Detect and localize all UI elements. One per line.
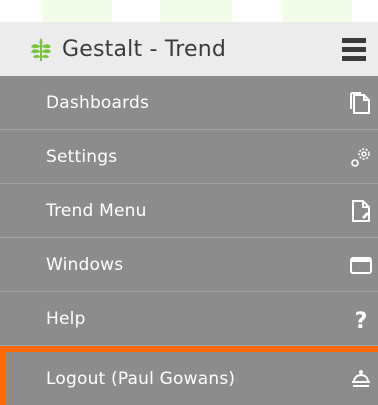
menu-item-label: Help xyxy=(46,308,86,329)
svg-text:?: ? xyxy=(355,309,368,332)
top-strip-block xyxy=(42,0,112,22)
menu-item-dashboards[interactable]: Dashboards xyxy=(0,76,378,130)
nav-menu: Dashboards Settings Trend Menu Windows H… xyxy=(0,76,378,405)
menu-item-label: Windows xyxy=(46,254,124,275)
logout-icon xyxy=(348,366,374,392)
windows-icon xyxy=(348,252,374,278)
top-strip-block xyxy=(282,0,352,22)
settings-icon xyxy=(348,144,374,170)
app-frame: Gestalt - Trend Dashboards Settings Tren… xyxy=(0,0,378,405)
menu-item-trend-menu[interactable]: Trend Menu xyxy=(0,184,378,238)
menu-item-help[interactable]: Help ? xyxy=(0,292,378,346)
menu-item-label: Dashboards xyxy=(46,92,150,113)
menu-item-label: Logout (Paul Gowans) xyxy=(46,368,236,389)
plant-logo-icon xyxy=(28,36,54,62)
help-icon: ? xyxy=(348,306,374,334)
hamburger-menu-icon[interactable] xyxy=(340,37,368,61)
app-header: Gestalt - Trend xyxy=(0,22,378,76)
menu-item-label: Trend Menu xyxy=(46,200,147,221)
app-title: Gestalt - Trend xyxy=(62,36,227,62)
menu-item-settings[interactable]: Settings xyxy=(0,130,378,184)
menu-item-logout[interactable]: Logout (Paul Gowans) xyxy=(0,346,378,405)
menu-item-label: Settings xyxy=(46,146,118,167)
menu-item-windows[interactable]: Windows xyxy=(0,238,378,292)
top-strip xyxy=(0,0,378,22)
top-strip-block xyxy=(160,0,232,22)
dashboards-icon xyxy=(348,90,374,116)
trend-menu-icon xyxy=(348,198,374,224)
